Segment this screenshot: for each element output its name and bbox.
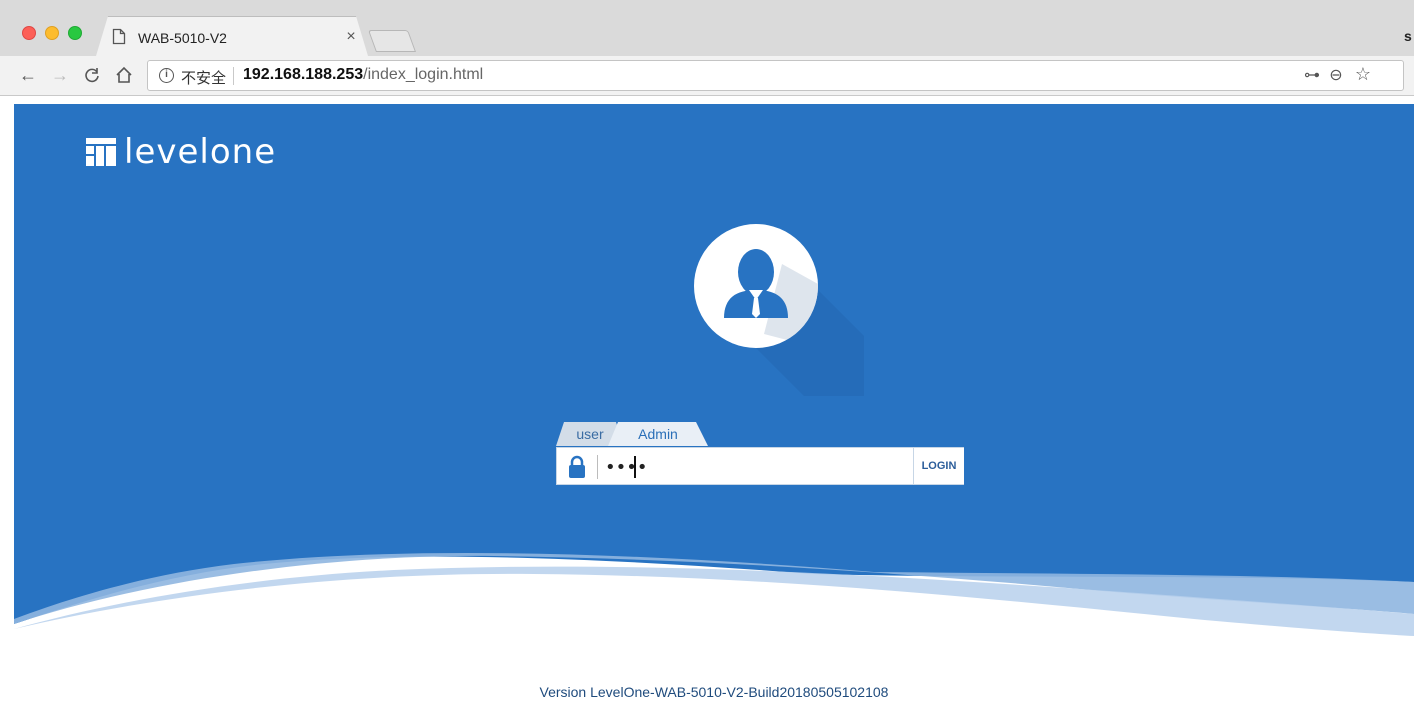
- url-separator: [233, 67, 234, 85]
- address-bar[interactable]: i 不安全 192.168.188.253/index_login.html ⊶…: [147, 60, 1404, 91]
- tab-user-label: user: [576, 426, 604, 442]
- browser-toolbar: ← → i 不安全 192.168.188.253/index_login.ht…: [0, 56, 1414, 96]
- password-separator: [597, 455, 598, 479]
- maximize-window-button[interactable]: [68, 26, 82, 40]
- url-path: /index_login.html: [363, 66, 484, 83]
- brand-name: levelone: [124, 132, 277, 172]
- tab-title: WAB-5010-V2: [138, 30, 227, 46]
- forward-arrow-icon[interactable]: →: [50, 65, 70, 85]
- login-page: levelone user Admin LOGIN Version LevelO…: [14, 104, 1414, 708]
- back-arrow-icon[interactable]: ←: [18, 65, 38, 85]
- minimize-window-button[interactable]: [45, 26, 59, 40]
- text-caret: [634, 456, 636, 478]
- browser-tab[interactable]: [96, 16, 368, 56]
- close-window-button[interactable]: [22, 26, 36, 40]
- home-icon[interactable]: [114, 65, 134, 85]
- page-icon: [112, 28, 126, 45]
- password-input[interactable]: [605, 454, 905, 480]
- tab-admin[interactable]: Admin: [608, 422, 708, 446]
- tab-admin-label: Admin: [638, 426, 678, 442]
- lock-icon: [567, 455, 587, 479]
- key-icon[interactable]: ⊶: [1302, 65, 1322, 85]
- url-host: 192.168.188.253: [243, 66, 364, 83]
- browser-tab-strip: WAB-5010-V2 × s: [0, 0, 1414, 56]
- login-button[interactable]: LOGIN: [913, 448, 964, 484]
- security-label[interactable]: 不安全: [181, 67, 226, 88]
- user-silhouette-icon: [724, 249, 818, 348]
- hero-background: [14, 104, 1414, 644]
- new-tab-button[interactable]: [367, 30, 417, 52]
- bookmark-star-icon[interactable]: ☆: [1353, 64, 1373, 85]
- tab-close-icon[interactable]: ×: [344, 28, 358, 46]
- version-text: Version LevelOne-WAB-5010-V2-Build201805…: [539, 684, 889, 700]
- url-text[interactable]: 192.168.188.253/index_login.html: [243, 66, 483, 84]
- levelone-logo: levelone: [86, 132, 277, 172]
- user-avatar: [694, 224, 818, 348]
- logo-mark-icon: [86, 138, 116, 166]
- hero-banner: levelone user Admin LOGIN: [14, 104, 1414, 644]
- profile-edge-text: s: [1404, 28, 1412, 44]
- info-icon[interactable]: i: [159, 68, 174, 83]
- login-form: LOGIN: [556, 447, 964, 485]
- zoom-icon[interactable]: ⊖: [1326, 65, 1346, 85]
- reload-icon[interactable]: [82, 65, 102, 85]
